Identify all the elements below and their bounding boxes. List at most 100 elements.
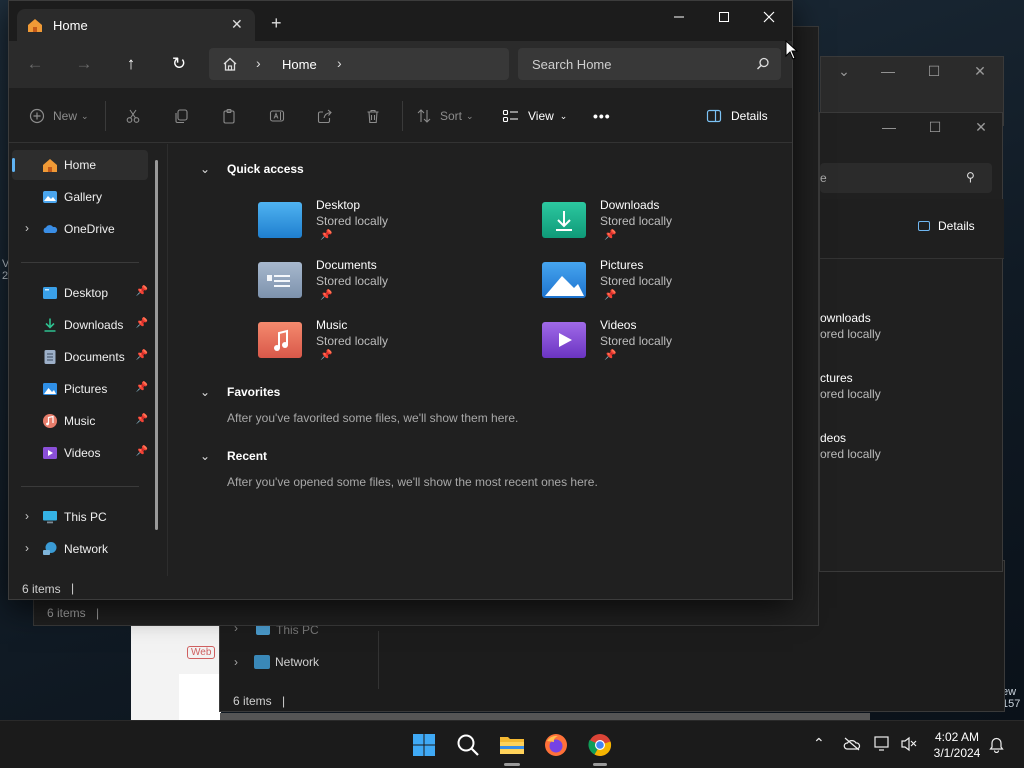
view-button[interactable]: View ⌄	[502, 104, 567, 128]
bg2-item-videos[interactable]: deos ored locally	[820, 431, 881, 461]
notification-bell-icon[interactable]	[989, 737, 1004, 753]
trash-icon	[367, 109, 379, 124]
forward-button[interactable]: →	[69, 49, 99, 79]
close-window-button[interactable]	[746, 1, 792, 33]
collapse-chevron-icon[interactable]: ⌄	[200, 162, 210, 176]
show-hidden-icons-chevron-icon[interactable]: ⌃	[813, 735, 825, 752]
details-pane-icon	[706, 109, 722, 123]
sidebar-divider	[21, 262, 139, 263]
bg2-minimize-icon[interactable]: —	[866, 119, 912, 135]
rename-button[interactable]	[269, 104, 285, 128]
minimize-button[interactable]	[656, 1, 702, 33]
details-button[interactable]: Details	[706, 104, 768, 128]
close-icon	[763, 11, 775, 23]
close-tab-icon[interactable]: ✕	[231, 16, 243, 33]
sidebar-item-documents[interactable]: Documents 📌	[12, 342, 148, 372]
pin-icon: 📌	[604, 230, 617, 241]
new-tab-button[interactable]: +	[271, 13, 282, 34]
quick-access-header[interactable]: Quick access	[227, 162, 304, 176]
bg-minimize-icon[interactable]: —	[865, 63, 911, 79]
paste-button[interactable]	[221, 104, 237, 128]
firefox-icon	[545, 734, 567, 756]
cut-button[interactable]	[125, 104, 141, 128]
sidebar-item-home[interactable]: Home	[12, 150, 148, 180]
clock-time: 4:02 AM	[934, 730, 980, 744]
more-options-button[interactable]: •••	[593, 104, 611, 128]
file-explorer-window: Home ✕ + ← → ↑ ↻ › Home › Search Home Ne…	[8, 0, 793, 600]
bg2-statusbar: 6 items |	[33, 600, 819, 626]
bg-maximize-icon[interactable]: ☐	[911, 63, 957, 80]
taskbar-search-button[interactable]	[454, 731, 482, 759]
search-box[interactable]: Search Home	[518, 48, 781, 80]
up-button[interactable]: ↑	[116, 49, 146, 79]
sidebar-item-this-pc[interactable]: › This PC	[12, 502, 148, 532]
taskbar-firefox[interactable]	[542, 731, 570, 759]
bg2-item-pictures[interactable]: ctures ored locally	[820, 371, 881, 401]
back-button[interactable]: ←	[20, 49, 50, 79]
breadcrumb-location[interactable]: Home	[282, 57, 317, 72]
tab-home[interactable]: Home ✕	[17, 9, 255, 41]
expand-chevron-icon[interactable]: ›	[25, 221, 29, 235]
status-divider: |	[71, 581, 75, 595]
sidebar-item-pictures[interactable]: Pictures 📌	[12, 374, 148, 404]
expand-chevron-icon[interactable]: ›	[25, 509, 29, 523]
quick-access-music[interactable]: Music Stored locally 📌	[258, 318, 508, 374]
chevron-down-icon: ⌄	[466, 110, 474, 121]
quick-access-desktop[interactable]: Desktop Stored locally 📌	[258, 198, 508, 254]
sidebar-scrollbar[interactable]	[155, 160, 158, 530]
recent-header[interactable]: Recent	[227, 449, 267, 463]
bg2-item-downloads[interactable]: ownloads ored locally	[820, 311, 881, 341]
delete-button[interactable]	[365, 104, 381, 128]
expand-chevron-icon[interactable]: ›	[25, 541, 29, 555]
sidebar-item-music[interactable]: Music 📌	[12, 406, 148, 436]
sidebar-item-videos[interactable]: Videos 📌	[12, 438, 148, 468]
web-badge: Web	[187, 646, 216, 659]
bg2-maximize-icon[interactable]: ☐	[912, 119, 958, 136]
collapse-chevron-icon[interactable]: ⌄	[200, 449, 210, 463]
collapse-chevron-icon[interactable]: ⌄	[200, 385, 210, 399]
status-bar: 6 items |	[9, 576, 792, 601]
taskbar: ⌃ 4:02 AM 3/1/2024	[0, 720, 1024, 768]
network-icon	[43, 542, 57, 555]
quick-access-documents[interactable]: Documents Stored locally 📌	[258, 258, 508, 314]
pin-icon: 📌	[135, 318, 148, 329]
paste-icon	[223, 108, 235, 124]
taskbar-file-explorer[interactable]	[498, 731, 526, 759]
favorites-header[interactable]: Favorites	[227, 385, 280, 399]
sort-button[interactable]: Sort ⌄	[416, 104, 474, 128]
maximize-button[interactable]	[701, 1, 747, 33]
sidebar-item-desktop[interactable]: Desktop 📌	[12, 278, 148, 308]
network-status-icon[interactable]	[874, 736, 892, 752]
sidebar-item-network[interactable]: › Network	[12, 534, 148, 564]
pin-icon: 📌	[135, 350, 148, 361]
sidebar-item-onedrive[interactable]: › OneDrive	[12, 214, 148, 244]
volume-muted-icon[interactable]	[900, 736, 918, 752]
music-note-icon	[274, 329, 288, 351]
toolbar-divider	[105, 101, 106, 131]
pin-icon: 📌	[135, 382, 148, 393]
quick-access-videos[interactable]: Videos Stored locally 📌	[542, 318, 792, 374]
new-button[interactable]: New ⌄	[29, 104, 89, 128]
bg2-close-icon[interactable]: ✕	[958, 119, 1004, 136]
home-icon	[43, 159, 57, 172]
clock[interactable]: 4:02 AM 3/1/2024	[926, 729, 988, 761]
search-input[interactable]: Search Home	[532, 57, 611, 72]
quick-access-downloads[interactable]: Downloads Stored locally 📌	[542, 198, 792, 254]
bg3-network-label[interactable]: Network	[275, 655, 319, 669]
sidebar-item-downloads[interactable]: Downloads 📌	[12, 310, 148, 340]
sidebar-item-gallery[interactable]: Gallery	[12, 182, 148, 212]
pin-icon: 📌	[320, 290, 333, 301]
taskbar-chrome[interactable]	[586, 731, 614, 759]
breadcrumb-expand-icon[interactable]: ›	[337, 55, 342, 71]
onedrive-offline-icon[interactable]	[843, 737, 861, 751]
address-bar[interactable]: › Home ›	[209, 48, 509, 80]
start-button[interactable]	[410, 731, 438, 759]
copy-button[interactable]	[173, 104, 189, 128]
bg2-details-button[interactable]: Details	[938, 219, 975, 233]
share-button[interactable]	[317, 104, 333, 128]
quick-access-pictures[interactable]: Pictures Stored locally 📌	[542, 258, 792, 314]
bg-close-icon[interactable]: ✕	[957, 63, 1003, 80]
refresh-button[interactable]: ↻	[164, 49, 194, 79]
bg2-search-box[interactable]: e ⚲	[820, 163, 992, 193]
running-indicator	[593, 763, 607, 766]
